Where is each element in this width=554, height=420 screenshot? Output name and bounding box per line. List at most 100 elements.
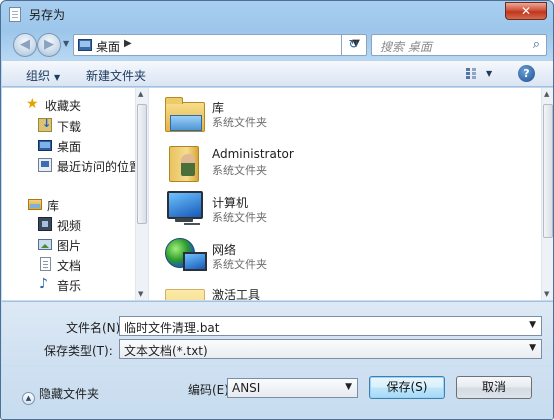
navigation-pane-scrollbar[interactable]: ▲ ▼ (135, 88, 148, 300)
scroll-up-icon[interactable]: ▲ (544, 90, 549, 98)
scrollbar-thumb[interactable] (543, 104, 553, 238)
encoding-value: ANSI (232, 381, 261, 395)
notepad-icon (9, 7, 21, 22)
pane-splitter[interactable] (148, 88, 152, 300)
list-item[interactable]: Administrator 系统文件夹 (165, 140, 535, 186)
file-list-scrollbar[interactable]: ▲ ▼ (541, 88, 553, 300)
desktop-icon (78, 39, 92, 51)
title-bar[interactable]: 另存为 ✕ (1, 1, 553, 27)
sidebar-item-label: 最近访问的位置 (57, 160, 142, 174)
picture-icon (38, 239, 52, 250)
save-type-label: 保存类型(T): (44, 344, 113, 358)
sidebar-item-libraries[interactable]: 库 (2, 195, 134, 213)
search-box[interactable]: 搜索 桌面 ⌕ (371, 34, 547, 56)
command-bar: 组织 ▼ 新建文件夹 ▼ ? (2, 60, 553, 87)
chevron-down-icon[interactable]: ▼ (345, 382, 352, 392)
address-text[interactable]: 桌面 (96, 38, 120, 55)
sidebar-item-favorites[interactable]: ★ 收藏夹 (2, 95, 134, 113)
breadcrumb-chevron-icon[interactable]: ▶ (124, 38, 132, 49)
sidebar-item-downloads[interactable]: 下载 (2, 116, 134, 134)
user-folder-icon (165, 146, 205, 182)
list-item[interactable]: 计算机 系统文件夹 (165, 187, 535, 233)
filename-value[interactable]: 临时文件清理.bat (124, 319, 220, 336)
item-type: 系统文件夹 (212, 258, 267, 271)
library-icon (165, 97, 205, 132)
sidebar-item-label: 桌面 (57, 140, 82, 154)
document-icon (40, 257, 51, 271)
save-form: 文件名(N): 临时文件清理.bat ▼ 保存类型(T): 文本文档(*.txt… (2, 301, 553, 365)
filename-label: 文件名(N): (66, 321, 125, 335)
view-options-dropdown[interactable]: ▼ (486, 69, 492, 78)
save-button[interactable]: 保存(S) (369, 376, 445, 399)
list-item[interactable]: 激活工具 (165, 279, 535, 300)
forward-button[interactable]: ▶ (37, 33, 61, 57)
navigation-pane: ★ 收藏夹 下载 桌面 最近访问的位置 库 视频 (2, 88, 148, 300)
item-name: Administrator (212, 147, 294, 161)
item-type: 系统文件夹 (212, 164, 267, 177)
help-icon[interactable]: ? (518, 65, 535, 82)
chevron-down-icon: ▼ (54, 73, 61, 82)
recent-places-icon (38, 158, 52, 172)
star-icon: ★ (26, 96, 39, 112)
save-type-select[interactable]: 文本文档(*.txt) ▼ (119, 339, 542, 359)
video-icon (38, 217, 52, 231)
cancel-button[interactable]: 取消 (456, 376, 532, 399)
recent-locations-dropdown[interactable]: ▼ (63, 39, 69, 48)
chevron-up-icon: ▲ (22, 392, 35, 405)
sidebar-item-music[interactable]: ♪ 音乐 (2, 275, 134, 293)
sidebar-item-label: 音乐 (57, 279, 82, 293)
save-type-value: 文本文档(*.txt) (124, 344, 208, 358)
navigation-bar: ◀ ▶ ▼ 桌面 ▶ ▼ ↻ 搜索 桌面 ⌕ (1, 29, 553, 59)
window-title: 另存为 (29, 8, 66, 22)
list-item[interactable]: 网络 系统文件夹 (165, 234, 535, 280)
organize-button[interactable]: 组织 ▼ (26, 67, 60, 84)
sidebar-item-label: 下载 (57, 120, 82, 134)
hide-folders-label: 隐藏文件夹 (39, 387, 100, 401)
dialog-footer: ▲ 隐藏文件夹 编码(E): ANSI ▼ 保存(S) 取消 (2, 366, 553, 419)
new-folder-button[interactable]: 新建文件夹 (86, 67, 146, 84)
folder-icon (165, 289, 205, 300)
filename-field[interactable]: 临时文件清理.bat ▼ (119, 316, 542, 336)
sidebar-item-label: 收藏夹 (45, 99, 82, 113)
item-type: 系统文件夹 (212, 116, 267, 129)
sidebar-item-documents[interactable]: 文档 (2, 255, 134, 273)
desktop-icon (38, 140, 52, 151)
sidebar-item-label: 图片 (57, 239, 82, 253)
item-name: 激活工具 (212, 288, 261, 300)
search-icon[interactable]: ⌕ (533, 37, 540, 52)
encoding-select[interactable]: ANSI ▼ (227, 378, 358, 398)
sidebar-item-label: 文档 (57, 259, 82, 273)
list-item[interactable]: 库 系统文件夹 (165, 92, 535, 138)
sidebar-item-pictures[interactable]: 图片 (2, 235, 134, 253)
change-view-icon[interactable] (466, 68, 478, 80)
browser-area: ★ 收藏夹 下载 桌面 最近访问的位置 库 视频 (2, 88, 553, 300)
chevron-down-icon[interactable]: ▼ (529, 320, 536, 330)
forward-arrow-icon: ▶ (44, 37, 54, 52)
sidebar-item-label: 库 (47, 199, 60, 213)
scroll-down-icon[interactable]: ▼ (138, 290, 143, 298)
scroll-up-icon[interactable]: ▲ (138, 90, 143, 98)
scrollbar-thumb[interactable] (137, 104, 147, 224)
file-list: 库 系统文件夹 Administrator 系统文件夹 计算机 系统文件夹 网络… (153, 88, 553, 300)
sidebar-item-desktop[interactable]: 桌面 (2, 136, 134, 154)
library-icon (28, 199, 42, 210)
refresh-icon: ↻ (348, 37, 359, 51)
network-icon (165, 238, 207, 274)
item-type: 系统文件夹 (212, 211, 267, 224)
sidebar-item-label: 视频 (57, 219, 82, 233)
refresh-button[interactable]: ↻ (341, 34, 365, 56)
address-bar[interactable]: 桌面 ▶ ▼ (73, 34, 367, 56)
back-button[interactable]: ◀ (13, 33, 37, 57)
music-icon: ♪ (39, 276, 48, 292)
close-button[interactable]: ✕ (505, 2, 547, 20)
chevron-down-icon[interactable]: ▼ (529, 343, 536, 353)
scroll-down-icon[interactable]: ▼ (544, 290, 549, 298)
computer-icon (165, 191, 205, 227)
back-arrow-icon: ◀ (20, 37, 30, 52)
sidebar-item-recent-places[interactable]: 最近访问的位置 (2, 156, 141, 174)
search-input[interactable]: 搜索 桌面 (380, 38, 432, 55)
download-icon (38, 117, 52, 132)
save-as-dialog: 另存为 ✕ ◀ ▶ ▼ 桌面 ▶ ▼ ↻ 搜索 桌面 ⌕ 组织 ▼ 新建文件夹 ▼… (0, 0, 554, 420)
sidebar-item-videos[interactable]: 视频 (2, 215, 134, 233)
hide-folders-toggle[interactable]: ▲ 隐藏文件夹 (22, 385, 99, 405)
